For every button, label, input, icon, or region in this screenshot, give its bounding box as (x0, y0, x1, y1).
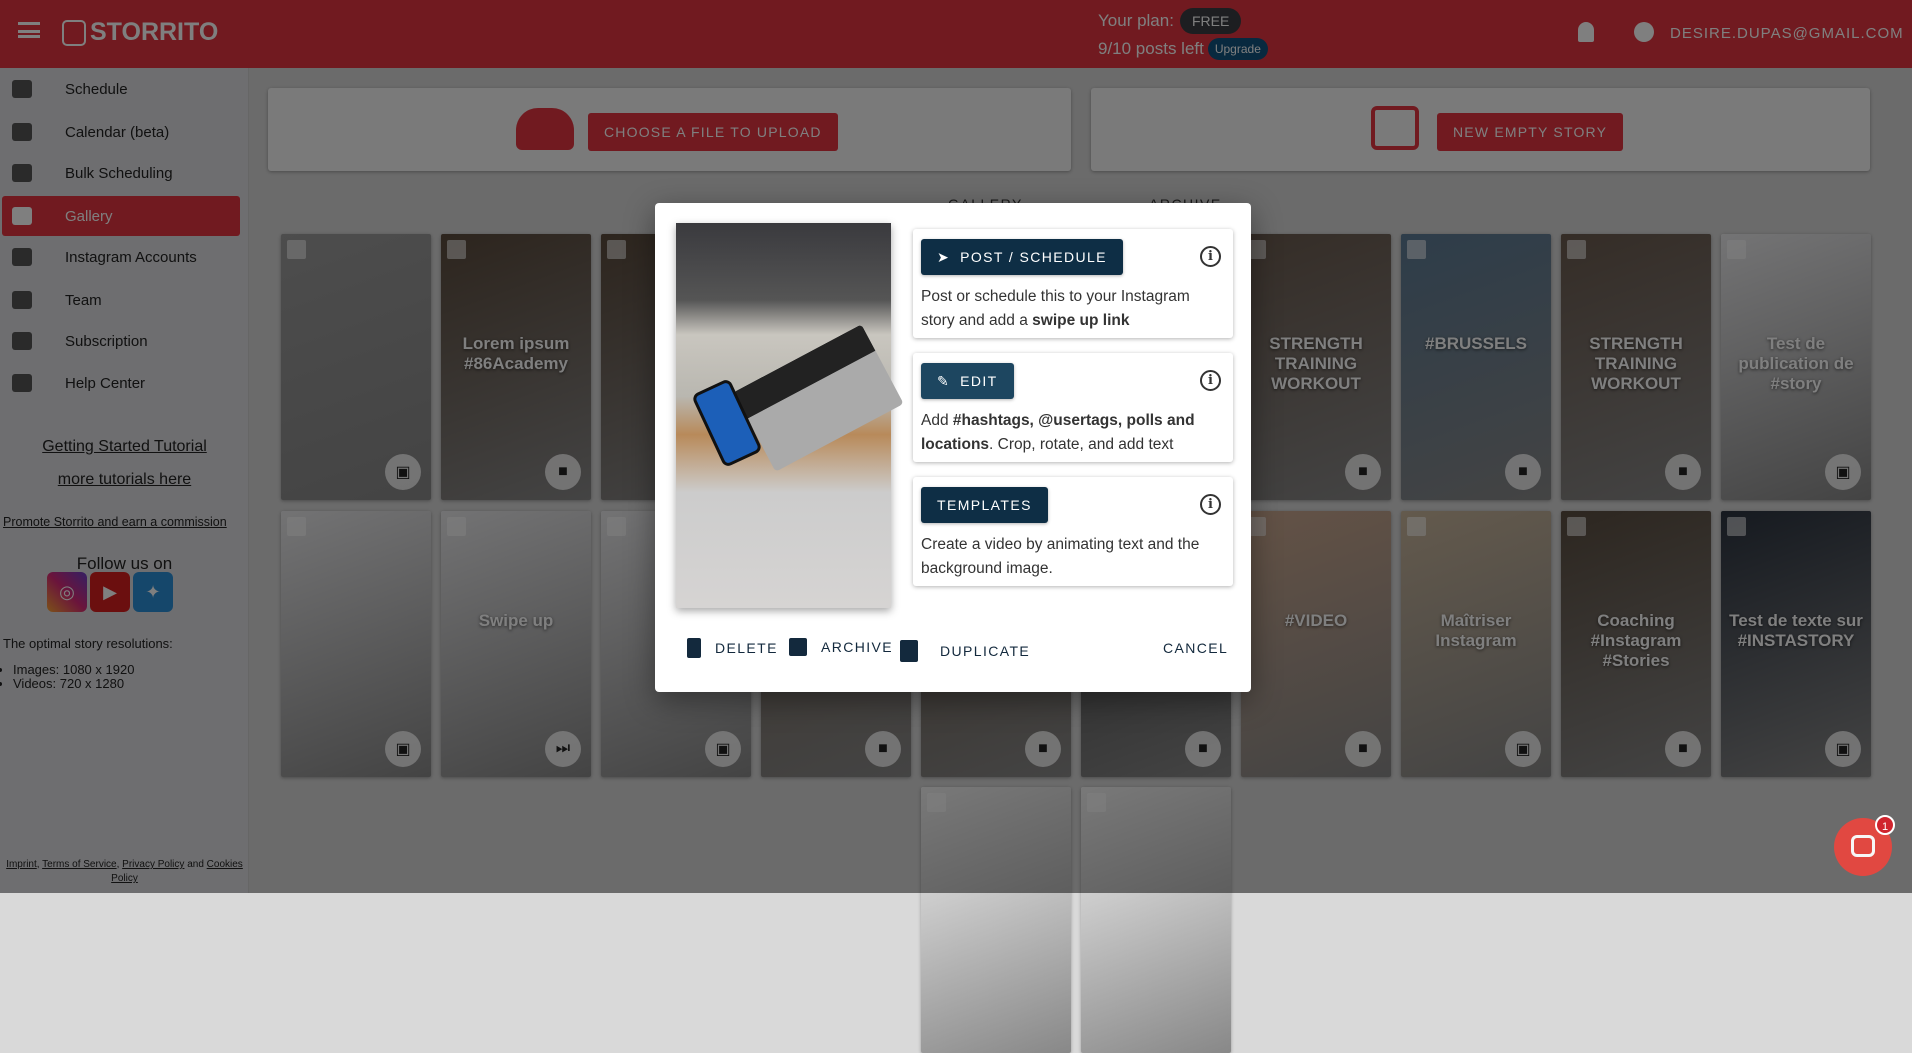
cancel-button[interactable]: CANCEL (1163, 640, 1228, 656)
trash-icon (687, 638, 701, 658)
delete-button[interactable]: DELETE (687, 638, 778, 658)
edit-button[interactable]: ✎ EDIT (921, 363, 1014, 399)
info-icon[interactable]: i (1200, 246, 1221, 267)
story-action-dialog: ➤ POST / SCHEDULE i Post or schedule this… (655, 203, 1251, 692)
info-icon[interactable]: i (1200, 494, 1221, 515)
story-preview (676, 223, 904, 608)
templates-button[interactable]: TEMPLATES (921, 487, 1048, 523)
archive-button[interactable]: ARCHIVE (789, 638, 893, 656)
archive-icon (789, 638, 807, 656)
post-schedule-button[interactable]: ➤ POST / SCHEDULE (921, 239, 1123, 275)
send-icon: ➤ (937, 248, 951, 265)
edit-card: ✎ EDIT i Add #hashtags, @usertags, polls … (913, 353, 1233, 462)
pencil-icon: ✎ (937, 372, 951, 389)
duplicate-button[interactable]: DUPLICATE (900, 640, 1030, 662)
info-icon[interactable]: i (1200, 370, 1221, 391)
chat-icon (1851, 835, 1875, 857)
post-card: ➤ POST / SCHEDULE i Post or schedule this… (913, 229, 1233, 338)
chat-badge: 1 (1875, 815, 1895, 835)
copy-icon (900, 640, 918, 662)
templates-card: TEMPLATES i Create a video by animating … (913, 477, 1233, 586)
